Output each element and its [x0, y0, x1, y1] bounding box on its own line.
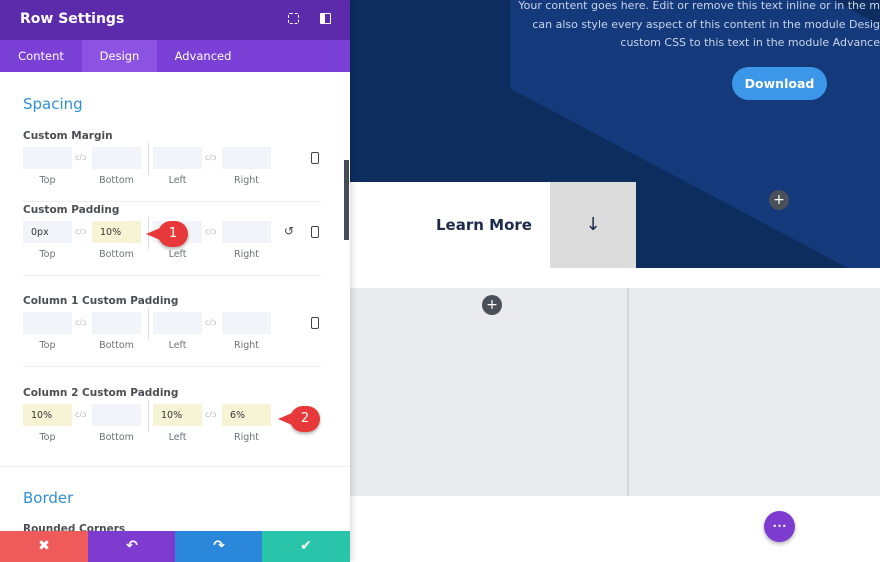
- side-label: Left: [168, 175, 187, 186]
- link-icon[interactable]: c/ɔ: [205, 227, 217, 236]
- group-divider: [23, 275, 321, 276]
- link-icon[interactable]: c/ɔ: [75, 227, 87, 236]
- side-label: Right: [233, 340, 260, 351]
- learn-more-label: Learn More: [436, 216, 532, 234]
- arrow-down-icon: ↓: [585, 214, 601, 235]
- tab-advanced[interactable]: Advanced: [157, 40, 249, 72]
- group-label: Column 1 Custom Padding: [23, 295, 179, 307]
- link-icon[interactable]: c/ɔ: [205, 318, 217, 327]
- padding-input[interactable]: [153, 147, 202, 169]
- panel-title: Row Settings: [20, 11, 125, 27]
- group-label: Custom Margin: [23, 130, 113, 142]
- padding-input[interactable]: 10%: [92, 221, 141, 243]
- annotation-badge: 1: [146, 221, 188, 247]
- row-columns: [350, 288, 880, 496]
- annotation-badge: 2: [278, 406, 320, 432]
- fullscreen-icon[interactable]: [288, 13, 299, 24]
- side-label: Left: [168, 340, 187, 351]
- padding-input[interactable]: [23, 147, 72, 169]
- arrow-down-button[interactable]: ↓: [550, 182, 636, 268]
- side-label: Bottom: [99, 175, 134, 186]
- hero-line: custom CSS to this text in the module Ad…: [620, 36, 880, 49]
- field-divider: [148, 400, 149, 432]
- padding-input[interactable]: 10%: [23, 404, 72, 426]
- padding-input[interactable]: 6%: [222, 404, 271, 426]
- side-label: Top: [39, 249, 56, 260]
- padding-input[interactable]: 0px: [23, 221, 72, 243]
- side-label: Top: [39, 175, 56, 186]
- link-icon[interactable]: c/ɔ: [75, 153, 87, 162]
- padding-input[interactable]: [222, 147, 271, 169]
- padding-input[interactable]: 10%: [153, 404, 202, 426]
- learn-more-box[interactable]: Learn More: [350, 182, 550, 268]
- field-divider: [148, 143, 149, 175]
- sidebar-toggle-icon[interactable]: [320, 13, 331, 24]
- add-module-plus-icon[interactable]: +: [769, 190, 789, 210]
- border-heading[interactable]: Border: [23, 489, 73, 507]
- link-icon[interactable]: c/ɔ: [205, 153, 217, 162]
- hero-line: Your content goes here. Edit or remove t…: [518, 0, 880, 12]
- side-label: Bottom: [99, 340, 134, 351]
- link-icon[interactable]: c/ɔ: [75, 410, 87, 419]
- side-label: Bottom: [99, 249, 134, 260]
- more-options-button[interactable]: •••: [764, 511, 795, 542]
- row-settings-panel: Row Settings Content Design Advanced Spa…: [0, 0, 350, 562]
- side-label: Right: [233, 249, 260, 260]
- section-divider: [0, 466, 350, 467]
- padding-input[interactable]: [153, 312, 202, 334]
- add-module-plus-icon[interactable]: +: [482, 295, 502, 315]
- redo-button[interactable]: ↷: [175, 531, 263, 562]
- group-divider: [23, 366, 321, 367]
- spacing-heading[interactable]: Spacing: [23, 95, 83, 113]
- side-label: Left: [168, 432, 187, 443]
- group-divider: [23, 201, 321, 202]
- field-divider: [148, 308, 149, 340]
- group-label: Custom Padding: [23, 204, 120, 216]
- side-label: Top: [39, 432, 56, 443]
- link-icon[interactable]: c/ɔ: [75, 318, 87, 327]
- group-label: Column 2 Custom Padding: [23, 387, 179, 399]
- save-button[interactable]: ✔: [262, 531, 350, 562]
- panel-scrollbar[interactable]: [344, 160, 349, 240]
- panel-tabs: Content Design Advanced: [0, 40, 350, 72]
- cancel-button[interactable]: ✖: [0, 531, 88, 562]
- responsive-phone-icon[interactable]: [311, 317, 319, 329]
- column-divider: [627, 288, 629, 496]
- hero-text: Your content goes here. Edit or remove t…: [460, 0, 880, 53]
- side-label: Top: [39, 340, 56, 351]
- side-label: Left: [168, 249, 187, 260]
- link-icon[interactable]: c/ɔ: [205, 410, 217, 419]
- responsive-phone-icon[interactable]: [311, 226, 319, 238]
- tab-content[interactable]: Content: [0, 40, 82, 72]
- reset-icon[interactable]: ↺: [284, 224, 294, 238]
- panel-header: Row Settings: [0, 0, 350, 40]
- padding-input[interactable]: [92, 312, 141, 334]
- hero-line: can also style every aspect of this cont…: [532, 17, 880, 31]
- padding-input[interactable]: [23, 312, 72, 334]
- side-label: Right: [233, 432, 260, 443]
- responsive-phone-icon[interactable]: [311, 152, 319, 164]
- side-label: Bottom: [99, 432, 134, 443]
- download-button[interactable]: Download: [732, 67, 827, 100]
- padding-input[interactable]: [92, 147, 141, 169]
- undo-button[interactable]: ↶: [88, 531, 176, 562]
- padding-input[interactable]: [222, 221, 271, 243]
- padding-input[interactable]: [222, 312, 271, 334]
- tab-design[interactable]: Design: [82, 40, 157, 72]
- padding-input[interactable]: [92, 404, 141, 426]
- side-label: Right: [233, 175, 260, 186]
